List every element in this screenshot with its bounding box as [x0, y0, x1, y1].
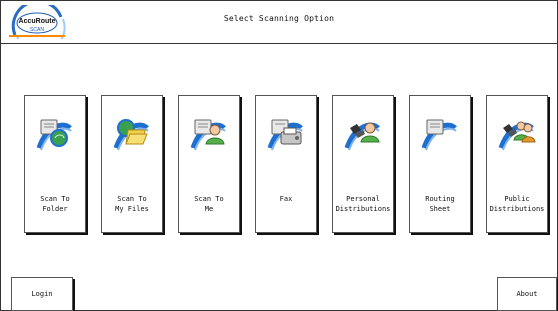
login-button[interactable]: Login	[11, 277, 73, 311]
header-bar: AccuRoute SCAN Select Scanning Option	[1, 0, 557, 53]
about-button[interactable]: About	[497, 277, 557, 311]
tile-label: Public Distributions	[489, 195, 545, 213]
fax-icon	[266, 114, 306, 154]
tile-label: Scan To My Files	[115, 195, 149, 213]
personal-distributions-icon	[343, 114, 383, 154]
public-distributions-icon	[497, 114, 537, 154]
scan-to-me-icon	[189, 114, 229, 154]
page-title: Select Scanning Option	[223, 14, 335, 23]
svg-text:SCAN: SCAN	[30, 27, 44, 33]
tile-label: Scan To Me	[194, 195, 224, 213]
scan-to-folder-icon	[35, 114, 75, 154]
scan-to-my-files-icon	[112, 114, 152, 154]
fax-button[interactable]: Fax	[255, 95, 317, 233]
scan-to-my-files-button[interactable]: Scan To My Files	[101, 95, 163, 233]
scan-options-window: AccuRoute SCAN Select Scanning Option Sc…	[0, 0, 558, 311]
routing-sheet-button[interactable]: Routing Sheet	[409, 95, 471, 233]
tile-label: Scan To Folder	[40, 195, 70, 213]
scan-to-me-button[interactable]: Scan To Me	[178, 95, 240, 233]
tile-label: Routing Sheet	[425, 195, 455, 213]
routing-sheet-icon	[420, 114, 460, 154]
tile-label: Personal Distributions	[335, 195, 391, 213]
public-distributions-button[interactable]: Public Distributions	[486, 95, 548, 233]
tile-label: Fax	[279, 195, 293, 203]
personal-distributions-button[interactable]: Personal Distributions	[332, 95, 394, 233]
scan-to-folder-button[interactable]: Scan To Folder	[24, 95, 86, 233]
